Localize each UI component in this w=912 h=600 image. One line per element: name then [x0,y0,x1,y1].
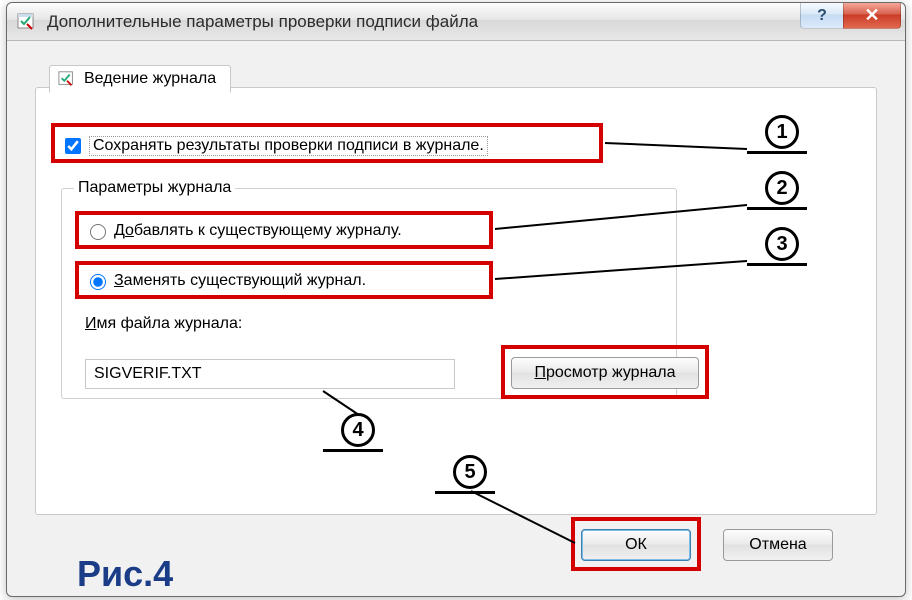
figure-label: Рис.4 [77,553,173,595]
highlight-ok [571,517,701,571]
tab-icon [58,70,76,88]
app-icon [17,12,37,32]
callout-1-line [747,151,807,154]
window-title: Дополнительные параметры проверки подпис… [47,12,478,32]
help-button[interactable]: ? [800,3,844,29]
filename-label: Имя файла журнала: [85,315,242,333]
log-params-legend: Параметры журнала [74,179,235,197]
dialog-window: Дополнительные параметры проверки подпис… [6,2,906,597]
highlight-1 [51,123,603,163]
titlebar: Дополнительные параметры проверки подпис… [7,3,905,41]
callout-5: 5 [453,455,487,489]
highlight-3 [75,261,493,299]
callout-2: 2 [765,171,799,205]
close-button[interactable]: ✕ [843,3,901,29]
callout-3-line [747,263,807,266]
callout-1: 1 [765,115,799,149]
callout-4: 4 [341,413,375,447]
filename-input[interactable] [85,359,455,389]
callout-3: 3 [765,227,799,261]
tab-label: Ведение журнала [84,70,216,88]
tab-logging[interactable]: Ведение журнала [49,65,231,93]
callout-5-line [435,491,495,494]
highlight-2 [75,211,493,249]
highlight-view [501,345,709,399]
callout-4-line [323,449,383,452]
cancel-button[interactable]: Отмена [723,529,833,561]
callout-2-line [747,207,807,210]
